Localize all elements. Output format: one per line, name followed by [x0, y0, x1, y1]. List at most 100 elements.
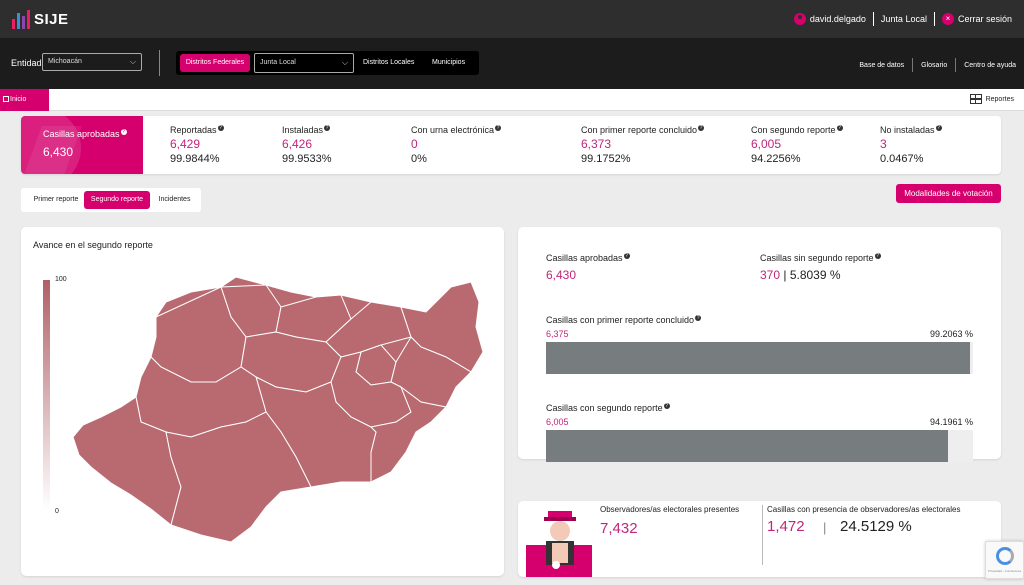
aprobadas-label: Casillas aprobadas?	[43, 129, 127, 139]
stat-percent: 0.0467%	[880, 153, 924, 165]
logout-icon[interactable]: ×	[941, 13, 954, 25]
app-title: SIJE	[34, 11, 69, 28]
stat-urna-electronica: Con urna electrónica? 0 0%	[411, 125, 502, 165]
observers-card: Observadores/as electorales presentes 7,…	[518, 501, 1001, 577]
progress-segundo-value: 6,005	[546, 417, 569, 427]
table-icon	[969, 94, 982, 104]
progress-segundo-percent: 94.1961 %	[929, 417, 973, 427]
tab-distritos-federales[interactable]: Distritos Federales	[180, 54, 250, 72]
junta-select[interactable]: Junta Local ⌵	[254, 53, 354, 73]
progress-sin-segundo-label: Casillas sin segundo reporte?	[760, 253, 881, 263]
stat-label: Reportadas	[170, 125, 217, 135]
report-tabs: Primer reporte Segundo reporte Incidente…	[21, 188, 201, 212]
logo-bar	[17, 13, 20, 29]
user-name[interactable]: david.delgado	[810, 14, 866, 24]
filter-bar: Entidad Michoacán ⌵ Distritos Federales …	[0, 38, 1024, 89]
modalidades-button[interactable]: Modalidades de votación	[896, 184, 1001, 203]
info-icon[interactable]: ?	[695, 315, 702, 321]
divider	[933, 12, 935, 26]
aprobadas-value: 6,430	[43, 145, 74, 159]
aprobadas-card: Casillas aprobadas? 6,430	[21, 116, 143, 174]
junta-value: Junta Local	[260, 59, 296, 66]
observers-casillas-label: Casillas con presencia de observadores/a…	[767, 505, 961, 514]
map-title: Avance en el segundo reporte	[33, 240, 153, 250]
stat-label: Instaladas	[282, 125, 324, 135]
logo-bar	[27, 10, 30, 29]
district-tabs: Distritos Federales Junta Local ⌵ Distri…	[176, 51, 479, 75]
stat-percent: 0%	[411, 153, 427, 165]
stat-value: 6,005	[751, 137, 782, 151]
progress-primer-fill	[546, 342, 970, 374]
stat-label: No instaladas	[880, 125, 935, 135]
tab-incidentes[interactable]: Incidentes	[152, 191, 197, 209]
value-text: 370	[760, 268, 781, 282]
info-icon[interactable]: ?	[836, 125, 843, 131]
reportes-button[interactable]: Reportes	[969, 94, 1014, 104]
stat-value: 6,426	[282, 137, 313, 151]
entidad-select[interactable]: Michoacán ⌵	[42, 53, 142, 71]
reportes-label: Reportes	[985, 95, 1014, 103]
tab-municipios[interactable]: Municipios	[432, 54, 465, 72]
divider	[872, 12, 874, 26]
stat-label: Con primer reporte concluido	[581, 125, 698, 135]
stat-percent: 94.2256%	[751, 153, 801, 165]
stat-percent: 99.9533%	[282, 153, 332, 165]
user-box: david.delgado Junta Local × Cerrar sesió…	[793, 12, 1012, 26]
divider	[912, 58, 914, 72]
entidad-value: Michoacán	[48, 58, 82, 65]
label-text: Casillas con primer reporte concluido	[546, 315, 695, 325]
tab-segundo-reporte[interactable]: Segundo reporte	[84, 191, 150, 209]
info-icon[interactable]: ?	[698, 125, 705, 131]
label-text: Casillas con segundo reporte	[546, 403, 663, 413]
tab-primer-reporte[interactable]: Primer reporte	[26, 191, 86, 209]
breadcrumb-home-label: Inicio	[10, 96, 27, 103]
user-icon	[793, 13, 806, 25]
logo-bar	[12, 19, 15, 29]
info-icon[interactable]: ?	[324, 125, 331, 131]
info-icon[interactable]: ?	[495, 125, 502, 131]
stat-instaladas: Instaladas? 6,426 99.9533%	[282, 125, 332, 165]
help-links: Base de datos Glosario Centro de ayuda	[859, 58, 1016, 72]
info-icon[interactable]: ?	[935, 125, 942, 131]
stat-primer-reporte: Con primer reporte concluido? 6,373 99.1…	[581, 125, 705, 165]
divider	[762, 505, 763, 565]
progress-aprobadas-label: Casillas aprobadas?	[546, 253, 630, 263]
info-icon[interactable]: ?	[663, 403, 670, 409]
observers-present-label: Observadores/as electorales presentes	[600, 505, 740, 514]
progress-segundo-bar	[546, 430, 973, 462]
chevron-down-icon: ⌵	[341, 58, 348, 67]
progress-aprobadas-value: 6,430	[546, 268, 577, 282]
stat-value: 3	[880, 137, 887, 151]
info-icon[interactable]: ?	[120, 129, 127, 135]
home-icon	[3, 96, 9, 102]
observer-illustration-icon	[526, 511, 592, 577]
label-text: Casillas sin segundo reporte	[760, 253, 874, 263]
logout-button[interactable]: Cerrar sesión	[958, 14, 1012, 24]
link-glosario[interactable]: Glosario	[921, 62, 947, 69]
info-icon[interactable]: ?	[874, 253, 881, 259]
stat-segundo-reporte: Con segundo reporte? 6,005 94.2256%	[751, 125, 843, 165]
logo-icon	[12, 9, 30, 29]
stats-strip: Casillas aprobadas? 6,430 Reportadas? 6,…	[21, 116, 1001, 174]
value-separator: |	[823, 520, 827, 535]
breadcrumb-home[interactable]: Inicio	[0, 89, 49, 111]
link-base-de-datos[interactable]: Base de datos	[859, 62, 904, 69]
progress-segundo-fill	[546, 430, 949, 462]
stat-value: 6,373	[581, 137, 612, 151]
info-icon[interactable]: ?	[217, 125, 224, 131]
progress-sin-segundo-value: 370 | 5.8039 %	[760, 268, 841, 282]
user-role: Junta Local	[880, 14, 927, 24]
stat-no-instaladas: No instaladas? 3 0.0467%	[880, 125, 942, 165]
stat-reportadas: Reportadas? 6,429 99.9844%	[170, 125, 224, 165]
info-icon[interactable]: ?	[623, 253, 630, 259]
progress-primer-label: Casillas con primer reporte concluido?	[546, 315, 702, 325]
recaptcha-badge[interactable]: Privacidad - Condiciones	[985, 541, 1024, 579]
progress-primer-value: 6,375	[546, 329, 569, 339]
recaptcha-text: Privacidad - Condiciones	[988, 569, 1022, 573]
link-centro-de-ayuda[interactable]: Centro de ayuda	[964, 62, 1016, 69]
stat-label: Con segundo reporte	[751, 125, 836, 135]
percent-text: | 5.8039 %	[783, 268, 841, 282]
tab-distritos-locales[interactable]: Distritos Locales	[363, 54, 414, 72]
divider	[955, 58, 957, 72]
label-text: Casillas aprobadas	[546, 253, 623, 263]
